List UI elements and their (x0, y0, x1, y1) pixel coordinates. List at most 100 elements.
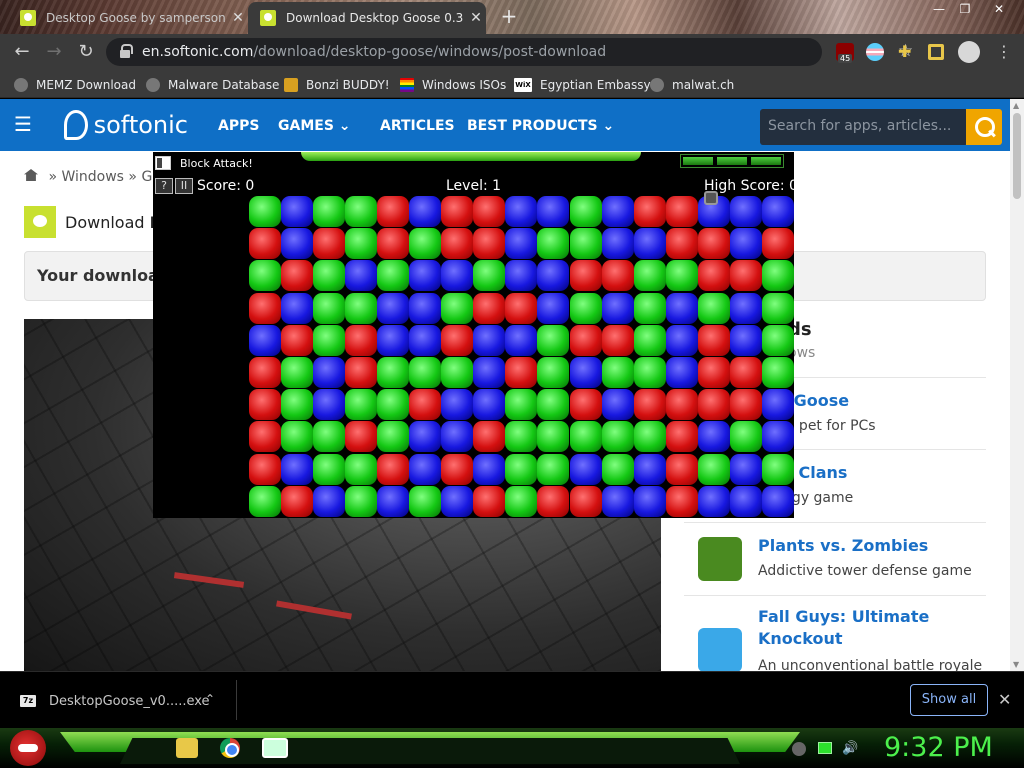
page-scrollbar[interactable]: ▲ ▼ (1010, 99, 1024, 671)
game-block[interactable] (761, 324, 794, 356)
game-block[interactable] (665, 453, 698, 485)
game-block[interactable] (537, 357, 570, 388)
game-block[interactable] (633, 260, 666, 292)
game-block[interactable] (633, 324, 666, 356)
game-block[interactable] (505, 357, 538, 388)
game-block[interactable] (633, 389, 666, 421)
game-block[interactable] (505, 421, 538, 453)
game-block[interactable] (665, 292, 698, 324)
new-tab-button[interactable]: + (498, 6, 520, 28)
game-block[interactable] (249, 228, 281, 260)
chrome-icon[interactable] (220, 738, 240, 758)
flag-extension-icon[interactable] (866, 43, 884, 61)
game-block[interactable] (729, 324, 762, 356)
game-block[interactable] (761, 357, 794, 388)
game-block[interactable] (441, 357, 474, 388)
reload-button[interactable]: ↻ (74, 40, 98, 64)
game-block[interactable] (633, 196, 666, 227)
game-block[interactable] (633, 453, 666, 485)
game-block[interactable] (665, 196, 698, 227)
folder-icon[interactable] (176, 738, 198, 758)
game-block[interactable] (537, 260, 570, 292)
game-block[interactable] (377, 389, 410, 421)
game-block[interactable] (505, 228, 538, 260)
game-block[interactable] (281, 196, 314, 227)
bookmark-malwatch[interactable]: malwat.ch (650, 76, 734, 94)
game-block[interactable] (281, 260, 314, 292)
game-block[interactable] (505, 292, 538, 324)
game-block[interactable] (665, 485, 698, 517)
pause-button[interactable]: II (175, 178, 193, 194)
game-block[interactable] (377, 324, 410, 356)
game-block[interactable] (377, 260, 410, 292)
game-block[interactable] (633, 228, 666, 260)
game-block[interactable] (345, 453, 378, 485)
game-block[interactable] (665, 421, 698, 453)
download-file-name[interactable]: DesktopGoose_v0.....exe (49, 694, 210, 709)
game-block[interactable] (313, 389, 346, 421)
game-block[interactable] (537, 421, 570, 453)
game-block[interactable] (377, 453, 410, 485)
game-block[interactable] (601, 324, 634, 356)
nav-games[interactable]: GAMES ⌄ (278, 118, 351, 134)
game-block[interactable] (697, 453, 730, 485)
game-block[interactable] (665, 228, 698, 260)
game-block[interactable] (473, 421, 506, 453)
softonic-logo[interactable]: softonic (64, 109, 188, 141)
game-block[interactable] (601, 260, 634, 292)
search-input[interactable]: Search for apps, articles... (760, 109, 968, 145)
game-block[interactable] (761, 485, 794, 517)
game-block[interactable] (441, 453, 474, 485)
aside-item[interactable]: Fall Guys: Ultimate Knockout An unconven… (684, 595, 986, 671)
game-block[interactable] (249, 357, 281, 388)
game-block[interactable] (537, 453, 570, 485)
game-block[interactable] (569, 357, 602, 388)
nav-best-products[interactable]: BEST PRODUCTS ⌄ (467, 118, 614, 134)
game-block[interactable] (601, 228, 634, 260)
show-all-button[interactable]: Show all (910, 684, 988, 716)
game-block[interactable] (345, 324, 378, 356)
game-block[interactable] (409, 357, 442, 388)
forward-button[interactable]: → (42, 40, 66, 64)
game-block[interactable] (633, 292, 666, 324)
game-block[interactable] (601, 421, 634, 453)
game-block[interactable] (729, 292, 762, 324)
game-block[interactable] (505, 453, 538, 485)
game-block[interactable] (345, 421, 378, 453)
game-block[interactable] (345, 485, 378, 517)
game-block[interactable] (441, 421, 474, 453)
game-block[interactable] (377, 196, 410, 227)
game-block[interactable] (409, 260, 442, 292)
game-block[interactable] (441, 228, 474, 260)
game-block[interactable] (729, 453, 762, 485)
aside-item-name[interactable]: Fall Guys: Ultimate Knockout (758, 606, 983, 650)
game-block[interactable] (665, 357, 698, 388)
extensions-puzzle-icon[interactable]: ✚ (898, 43, 916, 61)
game-window-controls[interactable] (680, 154, 784, 168)
game-block[interactable] (505, 389, 538, 421)
block-attack-taskbar-icon[interactable] (262, 738, 288, 758)
game-block[interactable] (729, 196, 762, 227)
game-block[interactable] (569, 324, 602, 356)
game-block[interactable] (665, 324, 698, 356)
game-block[interactable] (633, 357, 666, 388)
game-block[interactable] (569, 421, 602, 453)
game-block[interactable] (761, 260, 794, 292)
game-block[interactable] (249, 389, 281, 421)
game-block[interactable] (697, 260, 730, 292)
game-block[interactable] (313, 485, 346, 517)
game-block[interactable] (409, 196, 442, 227)
game-block[interactable] (249, 453, 281, 485)
game-block[interactable] (569, 292, 602, 324)
game-block[interactable] (537, 292, 570, 324)
game-block[interactable] (409, 324, 442, 356)
chevron-up-icon[interactable]: ⌃ (205, 692, 215, 706)
game-block[interactable] (601, 357, 634, 388)
clock[interactable]: 9:32 PM (884, 732, 993, 763)
breadcrumb-windows[interactable]: Windows (61, 169, 124, 185)
game-block[interactable] (729, 260, 762, 292)
game-block[interactable] (601, 453, 634, 485)
lock-icon[interactable] (120, 44, 133, 58)
tray-icon[interactable] (792, 742, 806, 756)
scrollbar-thumb[interactable] (1013, 113, 1021, 199)
